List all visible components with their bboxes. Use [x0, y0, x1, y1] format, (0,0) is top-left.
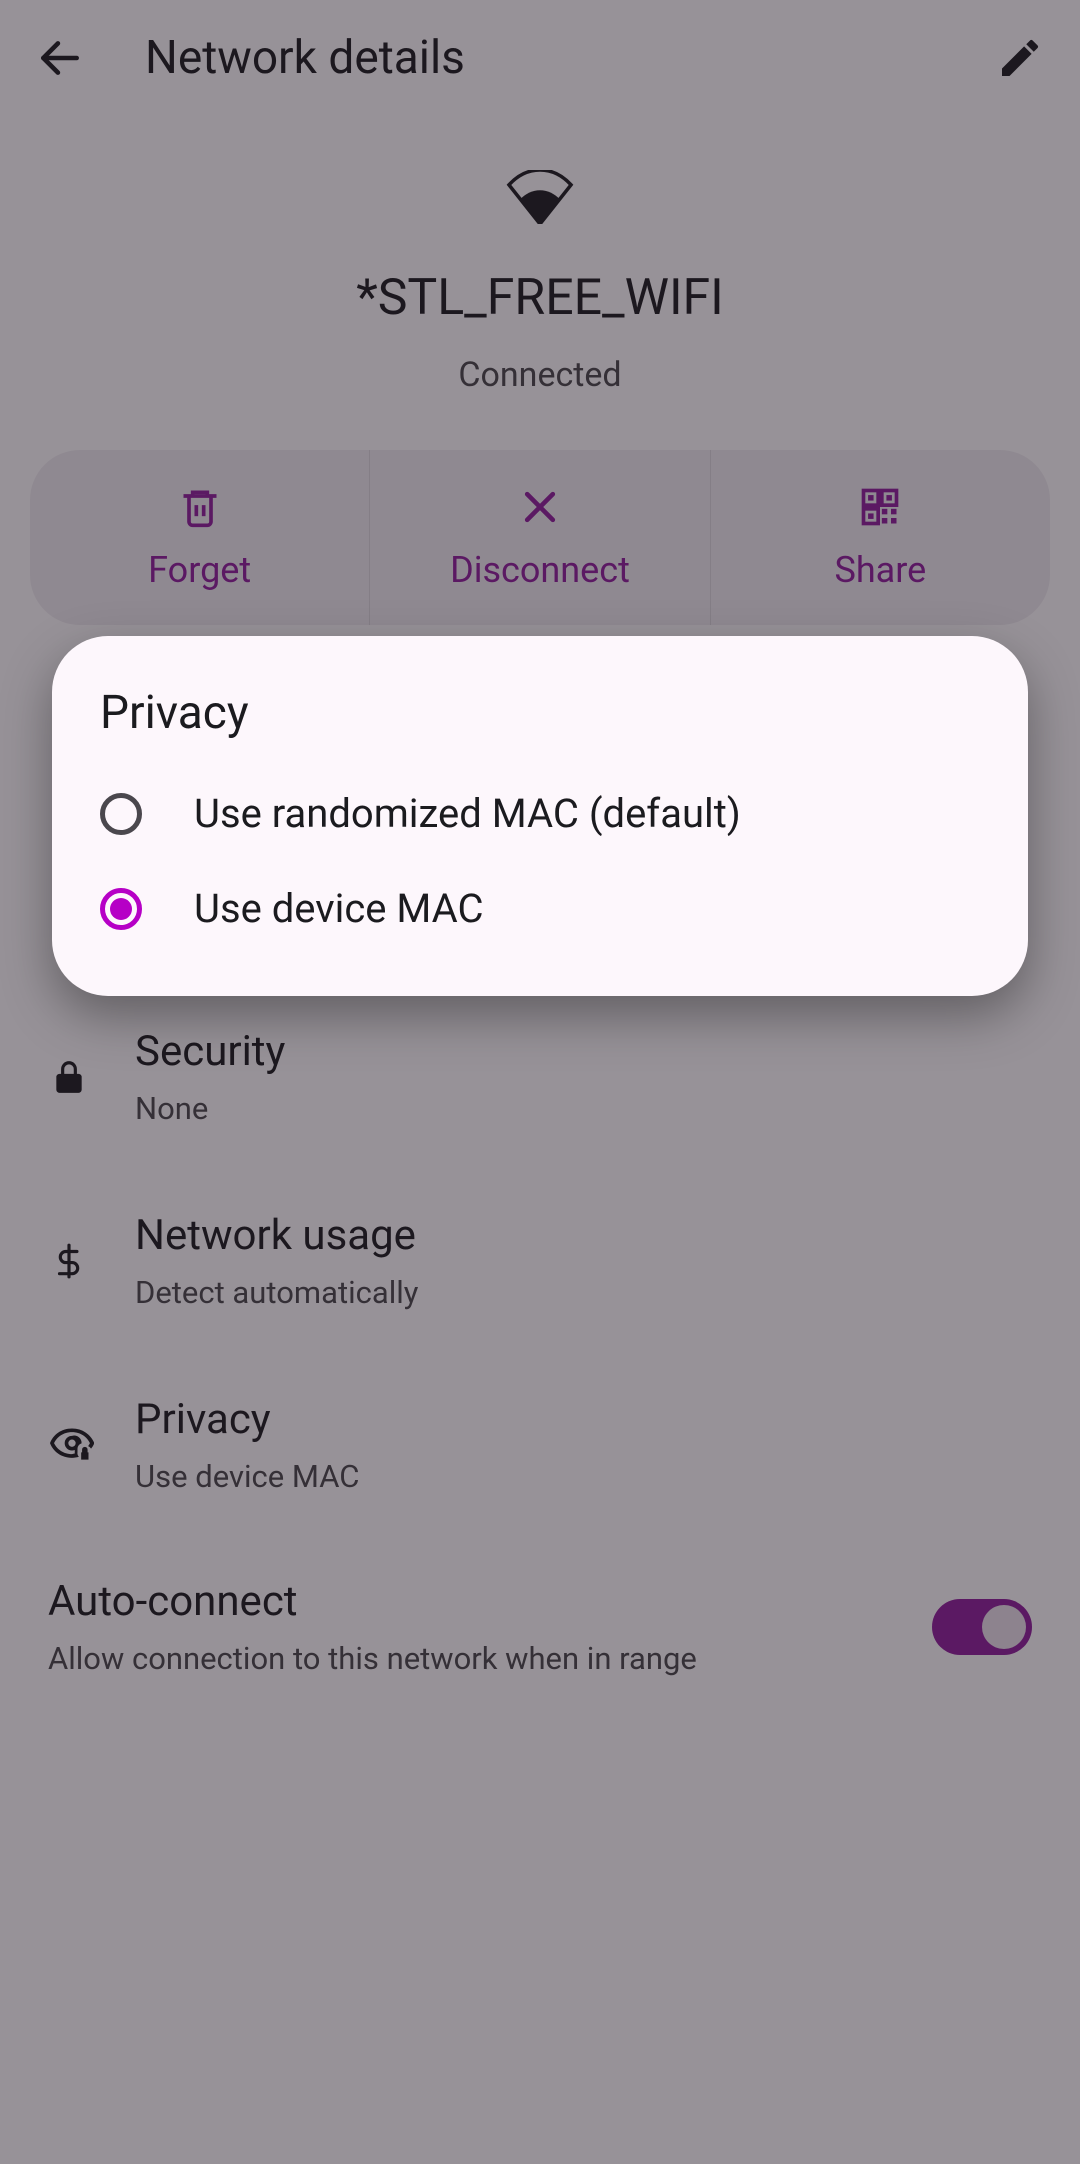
radio-unselected-icon [100, 793, 142, 835]
option-label-randomized: Use randomized MAC (default) [194, 790, 741, 837]
privacy-dialog: Privacy Use randomized MAC (default) Use… [52, 636, 1028, 996]
dialog-title: Privacy [52, 686, 1028, 766]
option-label-device: Use device MAC [194, 885, 484, 932]
privacy-option-randomized[interactable]: Use randomized MAC (default) [52, 766, 1028, 861]
dialog-scrim[interactable] [0, 0, 1080, 2164]
privacy-option-device[interactable]: Use device MAC [52, 861, 1028, 956]
radio-selected-icon [100, 888, 142, 930]
